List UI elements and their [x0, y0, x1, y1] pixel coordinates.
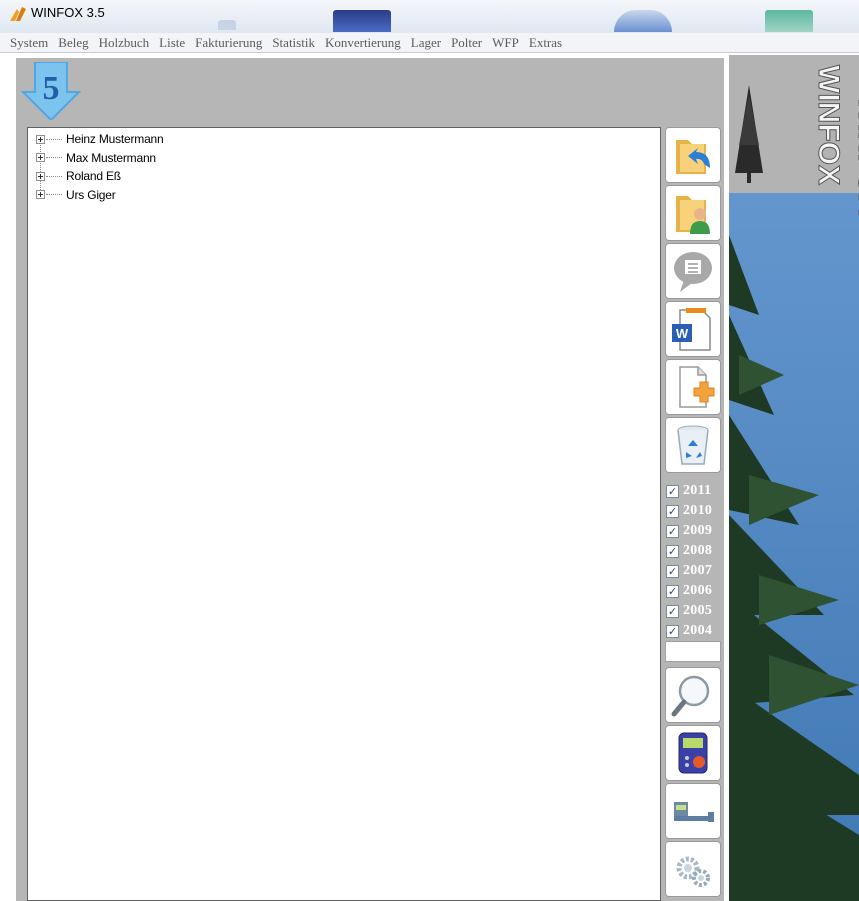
tree-connector [46, 157, 62, 158]
year-label: 2007 [683, 563, 713, 578]
menu-wfp[interactable]: WFP [488, 35, 525, 51]
year-label: 2011 [683, 483, 712, 498]
side-banner-image: WINFOX WINFOX [729, 55, 859, 901]
new-document-button[interactable] [665, 359, 721, 415]
magnifier-icon [671, 675, 710, 717]
tree-item-label[interactable]: Urs Giger [64, 188, 118, 202]
step-number: 5 [43, 70, 60, 107]
year-checkbox[interactable]: ✓ [666, 524, 679, 538]
speech-bubble-icon [674, 252, 712, 292]
tree-view[interactable]: Heinz Mustermann Max Mustermann Roland Eß U… [27, 127, 661, 901]
year-checkbox[interactable]: ✓ [666, 604, 679, 618]
year-checkbox[interactable]: ✓ [666, 584, 679, 598]
caliper-icon [674, 802, 714, 822]
year-filter-2004[interactable]: ✓ 2004 [666, 621, 712, 641]
settings-button[interactable] [665, 841, 721, 897]
taskbar-thumbnail [614, 10, 672, 32]
menu-fakturierung[interactable]: Fakturierung [191, 35, 268, 51]
recycle-bin-icon [677, 425, 709, 465]
main-panel: 5 Heinz Mustermann Max Mustermann Roland E… [14, 58, 724, 901]
year-filter-input[interactable] [665, 641, 721, 662]
open-folder-button[interactable] [665, 127, 721, 183]
folder-user-icon [676, 196, 710, 234]
menu-liste[interactable]: Liste [155, 35, 191, 51]
menu-lager[interactable]: Lager [407, 35, 447, 51]
logo-text-repeat: WINFOX [852, 95, 859, 215]
year-filter-2008[interactable]: ✓ 2008 [666, 541, 712, 561]
tree-item[interactable]: Max Mustermann [36, 149, 158, 167]
gears-icon [676, 856, 710, 887]
word-document-icon: W [672, 308, 711, 351]
year-filter-2005[interactable]: ✓ 2005 [666, 601, 712, 621]
year-label: 2005 [683, 603, 713, 618]
app-logo-icon [10, 7, 26, 21]
year-checkbox[interactable]: ✓ [666, 484, 679, 498]
year-filter-2009[interactable]: ✓ 2009 [666, 521, 712, 541]
winfox-banner-artwork: WINFOX WINFOX [729, 55, 859, 901]
menu-extras[interactable]: Extras [525, 35, 568, 51]
year-filter-2006[interactable]: ✓ 2006 [666, 581, 712, 601]
expand-icon[interactable] [36, 190, 45, 199]
year-checkbox[interactable]: ✓ [666, 544, 679, 558]
logo-text: WINFOX [812, 65, 845, 185]
customer-folder-button[interactable] [665, 185, 721, 241]
year-label: 2004 [683, 623, 713, 638]
year-filter-2007[interactable]: ✓ 2007 [666, 561, 712, 581]
taskbar-thumbnail [218, 20, 236, 30]
folder-shortcut-icon [676, 140, 710, 174]
tree-item[interactable]: Heinz Mustermann [36, 130, 166, 148]
menu-konvertierung[interactable]: Konvertierung [321, 35, 407, 51]
notes-button[interactable] [665, 243, 721, 299]
taskbar-thumbnail [765, 10, 813, 32]
handheld-device-icon [678, 732, 708, 774]
expand-icon[interactable] [36, 153, 45, 162]
menu-statistik[interactable]: Statistik [268, 35, 321, 51]
menu-system[interactable]: System [6, 35, 54, 51]
step-badge: 5 [21, 62, 81, 120]
title-bar: WINFOX 3.5 [0, 0, 859, 33]
menu-beleg[interactable]: Beleg [54, 35, 94, 51]
year-label: 2006 [683, 583, 713, 598]
tree-item-label[interactable]: Heinz Mustermann [64, 132, 166, 146]
year-label: 2009 [683, 523, 713, 538]
window-title: WINFOX 3.5 [31, 5, 105, 20]
expand-icon[interactable] [36, 134, 45, 144]
year-filter-2011[interactable]: ✓ 2011 [666, 481, 711, 501]
menu-bar: System Beleg Holzbuch Liste Fakturierung Stat… [0, 33, 859, 53]
word-export-button[interactable]: W [665, 301, 721, 357]
tree-item-label[interactable]: Max Mustermann [64, 151, 158, 165]
new-document-icon [679, 366, 715, 408]
tree-item[interactable]: Roland Eß [36, 167, 123, 185]
tree-connector [46, 175, 62, 177]
menu-holzbuch[interactable]: Holzbuch [95, 35, 156, 51]
year-filter-2010[interactable]: ✓ 2010 [666, 501, 712, 521]
tree-connector [46, 194, 62, 195]
tree-item[interactable]: Urs Giger [36, 186, 118, 204]
svg-text:W: W [676, 326, 689, 341]
recycle-bin-button[interactable] [665, 417, 721, 473]
caliper-button[interactable] [665, 783, 721, 839]
handheld-import-button[interactable] [665, 725, 721, 781]
year-label: 2010 [683, 503, 713, 518]
menu-polter[interactable]: Polter [447, 35, 488, 51]
tree-connector [46, 138, 62, 140]
year-checkbox[interactable]: ✓ [666, 564, 679, 578]
taskbar-thumbnail [333, 10, 391, 32]
search-button[interactable] [665, 667, 721, 723]
tree-item-label[interactable]: Roland Eß [64, 169, 123, 183]
year-checkbox[interactable]: ✓ [666, 504, 679, 518]
expand-icon[interactable] [36, 171, 45, 181]
year-label: 2008 [683, 543, 713, 558]
year-checkbox[interactable]: ✓ [666, 624, 679, 638]
